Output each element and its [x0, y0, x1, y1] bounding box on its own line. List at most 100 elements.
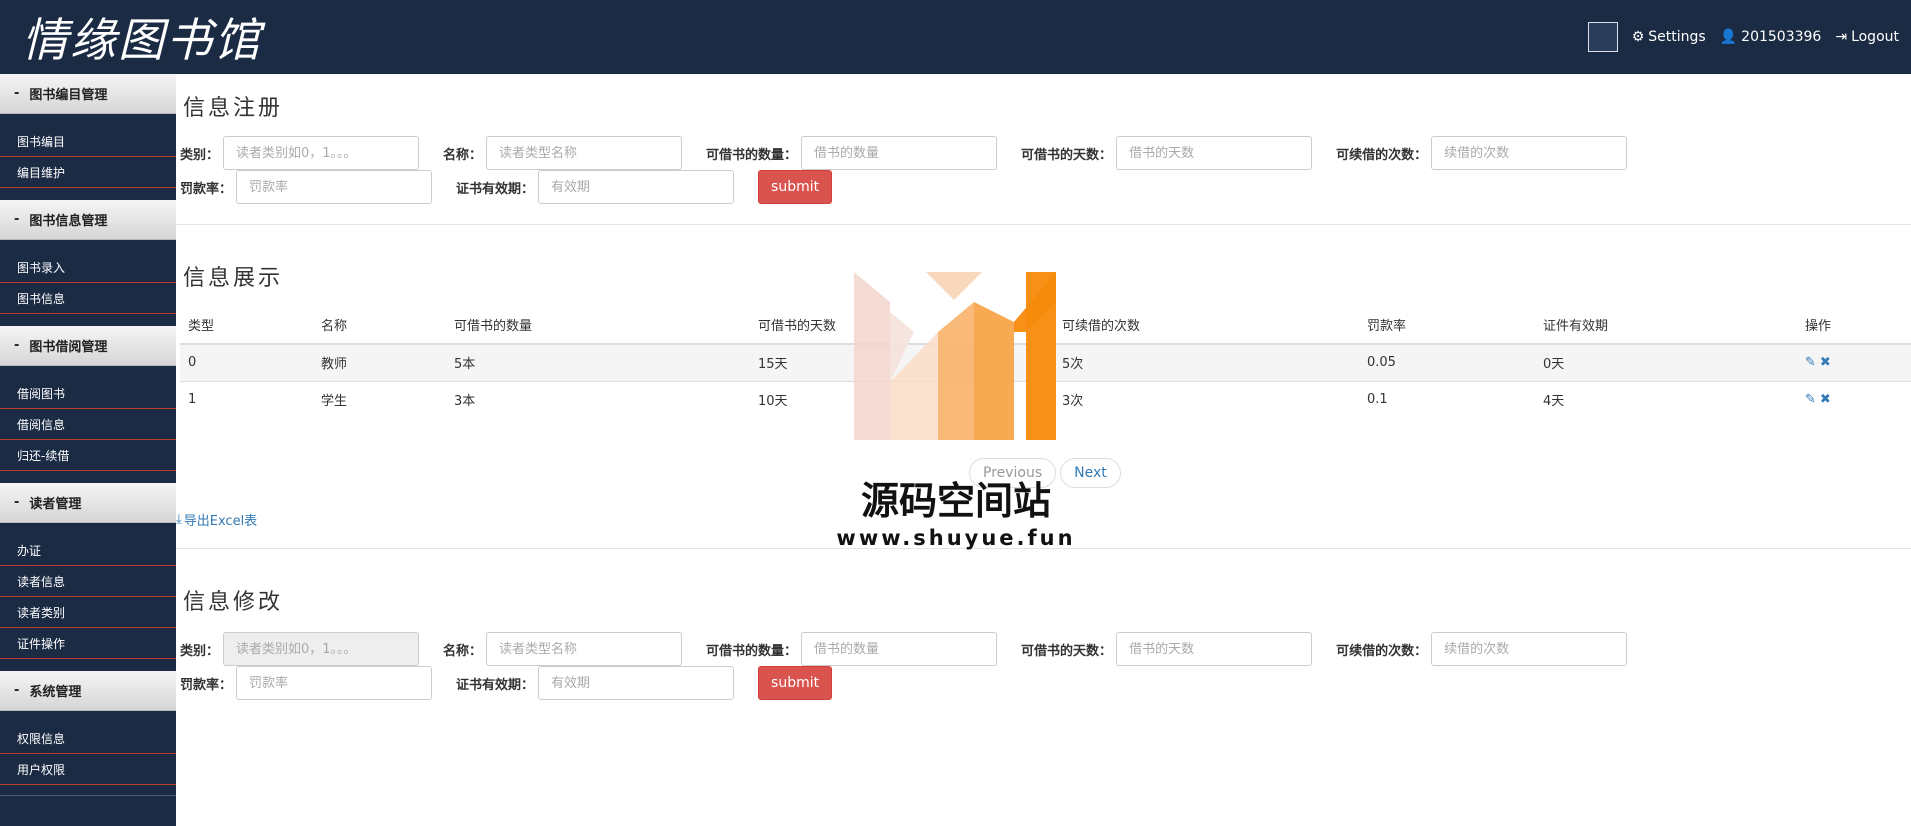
- col-header-actions: 操作: [1797, 306, 1911, 345]
- sidebar-group-reader[interactable]: - 读者管理: [0, 483, 176, 523]
- sidebar-group-catalog[interactable]: - 图书编目管理: [0, 74, 176, 114]
- sidebar-item-permission-info[interactable]: 权限信息: [0, 723, 176, 754]
- sidebar-group-bookinfo[interactable]: - 图书信息管理: [0, 200, 176, 240]
- avatar[interactable]: [1587, 22, 1618, 52]
- cell-actions: ✎ ✖: [1797, 343, 1911, 381]
- cell-fine: 0.05: [1359, 343, 1535, 381]
- cell-renew: 3次: [1054, 380, 1359, 418]
- watermark-url: www.shuyue.fun: [836, 526, 1076, 550]
- sidebar-item-user-permission[interactable]: 用户权限: [0, 754, 176, 785]
- sidebar-item-issue-card[interactable]: 办证: [0, 535, 176, 566]
- collapse-icon: -: [14, 338, 20, 353]
- sidebar-item-return-renew[interactable]: 归还-续借: [0, 440, 176, 471]
- sidebar-item-book-entry[interactable]: 图书录入: [0, 252, 176, 283]
- col-header-valid: 证件有效期: [1535, 306, 1797, 345]
- divider: [176, 224, 1911, 225]
- sidebar-group-title: 图书借阅管理: [29, 340, 108, 355]
- collapse-icon: -: [14, 495, 20, 510]
- cell-valid: 0天: [1535, 343, 1797, 381]
- cell-renew: 5次: [1054, 343, 1359, 381]
- settings-label: Settings: [1648, 29, 1706, 45]
- count-input[interactable]: [801, 136, 998, 170]
- sidebar-item-book-info[interactable]: 图书信息: [0, 283, 176, 314]
- edit-icon[interactable]: ✎: [1805, 355, 1816, 370]
- logout-link[interactable]: ⇥ Logout: [1835, 29, 1899, 45]
- sidebar-item-catalog-edit[interactable]: 图书编目: [0, 126, 176, 157]
- user-link[interactable]: 👤 201503396: [1720, 29, 1822, 45]
- days-input[interactable]: [1116, 632, 1313, 666]
- valid-input[interactable]: [538, 666, 735, 700]
- register-form-row-1: 类别： 名称： 可借书的数量： 可借书的天数： 可续借的次数：: [180, 136, 1628, 170]
- count-input[interactable]: [801, 632, 998, 666]
- next-button[interactable]: Next: [1060, 458, 1121, 488]
- site-logo[interactable]: 情缘图书馆: [22, 8, 262, 67]
- edit-form-row-2: 罚款率： 证书有效期： submit: [180, 666, 833, 700]
- cell-type: 1: [180, 380, 313, 418]
- sidebar-divider: [0, 795, 176, 796]
- gear-icon: ⚙: [1631, 29, 1645, 45]
- renew-input[interactable]: [1431, 136, 1628, 170]
- settings-link[interactable]: ⚙ Settings: [1632, 29, 1706, 45]
- delete-icon[interactable]: ✖: [1820, 392, 1831, 407]
- sidebar-group-title: 系统管理: [29, 685, 82, 700]
- watermark-logo-icon: [854, 272, 1056, 440]
- collapse-icon: -: [14, 212, 20, 227]
- name-label: 名称：: [443, 643, 483, 659]
- days-input[interactable]: [1116, 136, 1313, 170]
- cell-fine: 0.1: [1359, 380, 1535, 418]
- cell-valid: 4天: [1535, 380, 1797, 418]
- sidebar-item-reader-type[interactable]: 读者类别: [0, 597, 176, 628]
- delete-icon[interactable]: ✖: [1820, 355, 1831, 370]
- edit-form-row-1: 类别： 名称： 可借书的数量： 可借书的天数： 可续借的次数：: [180, 632, 1628, 666]
- type-input[interactable]: [223, 136, 420, 170]
- edit-title: 信息修改: [183, 590, 284, 615]
- renew-input[interactable]: [1431, 632, 1628, 666]
- sidebar-item-borrow-book[interactable]: 借阅图书: [0, 378, 176, 409]
- days-label: 可借书的天数：: [1021, 643, 1113, 659]
- type-input[interactable]: [223, 632, 420, 666]
- cell-name: 学生: [313, 380, 446, 418]
- sidebar-group-system[interactable]: - 系统管理: [0, 671, 176, 711]
- valid-label: 证书有效期：: [456, 677, 535, 693]
- register-title: 信息注册: [183, 96, 284, 121]
- sidebar-item-borrow-info[interactable]: 借阅信息: [0, 409, 176, 440]
- top-navbar: 情缘图书馆 ⚙ Settings 👤 201503396 ⇥ Logout: [0, 0, 1911, 74]
- sidebar-group-title: 图书信息管理: [29, 214, 108, 229]
- fine-input[interactable]: [236, 170, 433, 204]
- sidebar-group-title: 读者管理: [29, 497, 82, 512]
- register-form-row-2: 罚款率： 证书有效期： submit: [180, 170, 833, 204]
- count-label: 可借书的数量：: [706, 643, 798, 659]
- count-label: 可借书的数量：: [706, 147, 798, 163]
- col-header-name: 名称: [313, 306, 446, 345]
- fine-label: 罚款率：: [180, 677, 233, 693]
- cell-name: 教师: [313, 343, 446, 381]
- sidebar-group-borrow[interactable]: - 图书借阅管理: [0, 326, 176, 366]
- export-excel-link[interactable]: ⤓ 导出Excel表: [176, 510, 257, 529]
- edit-submit-button[interactable]: submit: [758, 666, 833, 700]
- user-icon: 👤: [1719, 29, 1738, 45]
- days-label: 可借书的天数：: [1021, 147, 1113, 163]
- register-submit-button[interactable]: submit: [758, 170, 833, 204]
- logout-label: Logout: [1851, 29, 1899, 45]
- logout-icon: ⇥: [1835, 29, 1848, 45]
- name-input[interactable]: [486, 632, 683, 666]
- renew-label: 可续借的次数：: [1336, 147, 1428, 163]
- watermark-text: 源码空间站: [860, 479, 1051, 523]
- name-input[interactable]: [486, 136, 683, 170]
- sidebar: - 图书编目管理 图书编目 编目维护 - 图书信息管理 图书录入 图书信息 - 图书借…: [0, 74, 176, 826]
- valid-input[interactable]: [538, 170, 735, 204]
- sidebar-item-card-ops[interactable]: 证件操作: [0, 628, 176, 659]
- col-header-count: 可借书的数量: [446, 306, 750, 345]
- collapse-icon: -: [14, 683, 20, 698]
- fine-label: 罚款率：: [180, 181, 233, 197]
- col-header-type: 类型: [180, 306, 313, 345]
- fine-input[interactable]: [236, 666, 433, 700]
- sidebar-group-title: 图书编目管理: [29, 88, 108, 103]
- type-label: 类别：: [180, 147, 220, 163]
- cell-actions: ✎ ✖: [1797, 380, 1911, 418]
- renew-label: 可续借的次数：: [1336, 643, 1428, 659]
- sidebar-item-reader-info[interactable]: 读者信息: [0, 566, 176, 597]
- sidebar-item-catalog-maintain[interactable]: 编目维护: [0, 157, 176, 188]
- type-label: 类别：: [180, 643, 220, 659]
- edit-icon[interactable]: ✎: [1805, 392, 1816, 407]
